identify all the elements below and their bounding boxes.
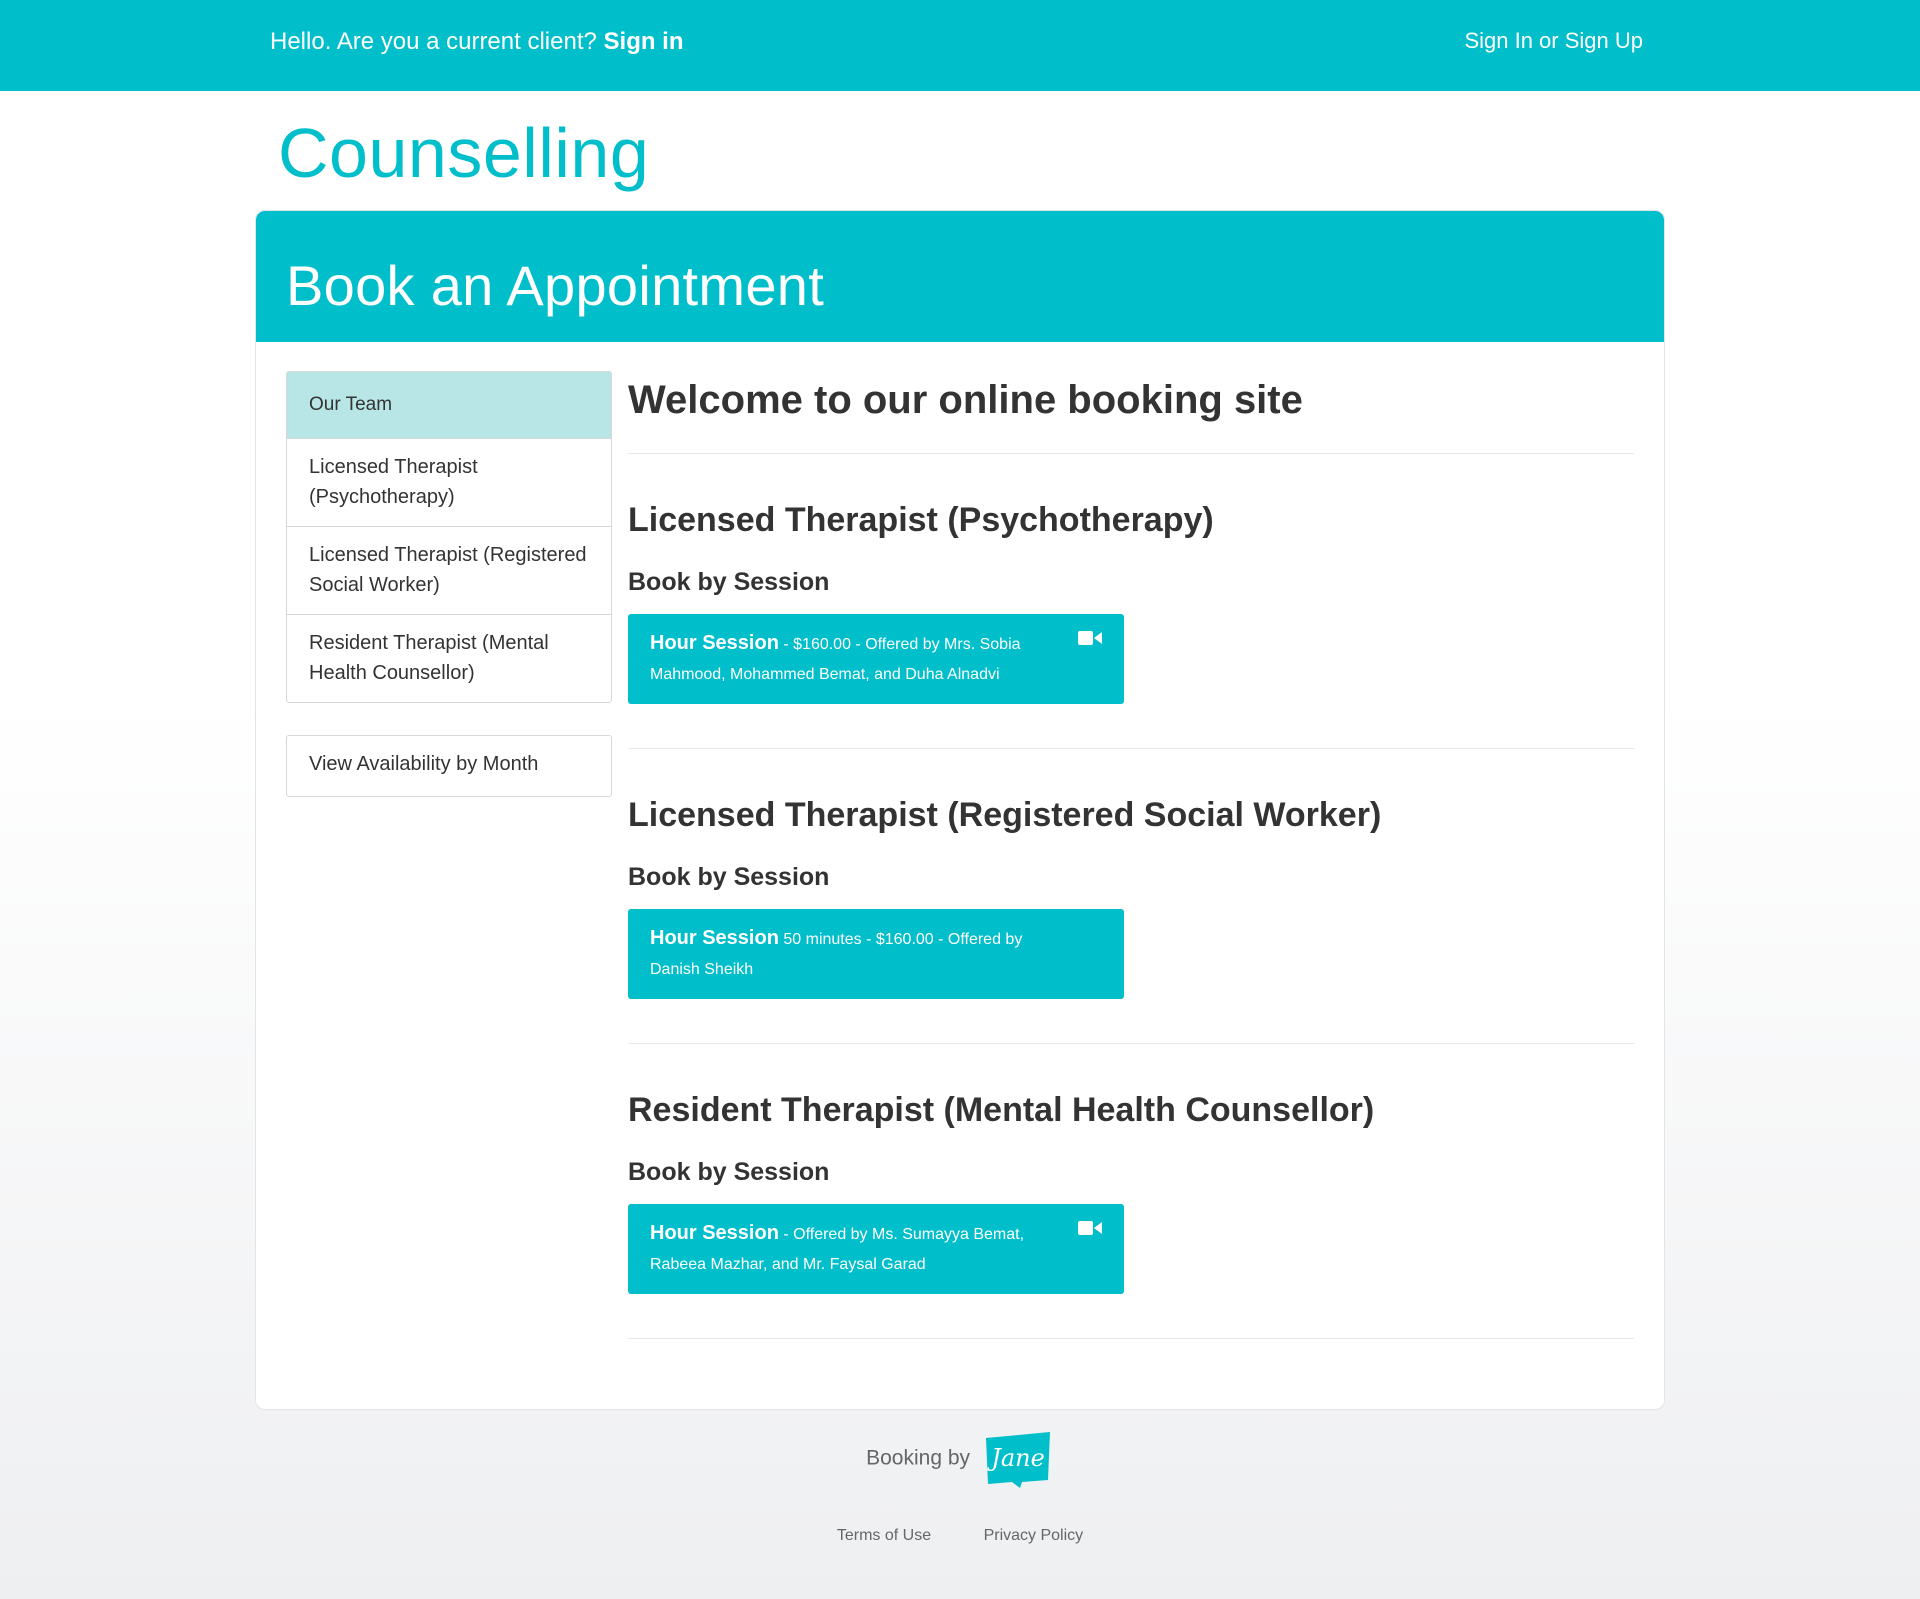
sidebar-item-mental-health[interactable]: Resident Therapist (Mental Health Counse… [287,614,611,702]
clinic-title: Counselling [278,114,650,192]
privacy-policy-link[interactable]: Privacy Policy [984,1527,1084,1544]
section-mental-health: Resident Therapist (Mental Health Counse… [628,1044,1634,1339]
section-subtitle: Book by Session [628,1158,830,1186]
top-bar: Hello. Are you a current client? Sign in… [0,0,1920,91]
panel-header: Book an Appointment [256,211,1664,342]
hour-session-button[interactable]: Hour Session - Offered by Ms. Sumayya Be… [628,1204,1124,1294]
section-title: Resident Therapist (Mental Health Counse… [628,1091,1375,1129]
greeting: Hello. Are you a current client? Sign in [270,28,684,56]
welcome-heading: Welcome to our online booking site [628,371,1634,454]
terms-of-use-link[interactable]: Terms of Use [837,1527,931,1544]
section-psychotherapy: Licensed Therapist (Psychotherapy) Book … [628,454,1634,749]
sidebar-item-social-worker[interactable]: Licensed Therapist (Registered Social Wo… [287,526,611,614]
jane-logo[interactable]: Jane [982,1430,1054,1488]
sidebar-item-psychotherapy[interactable]: Licensed Therapist (Psychotherapy) [287,438,611,526]
booking-by-text: Booking by [866,1446,971,1470]
session-name: Hour Session [650,927,779,949]
booking-panel: Book an Appointment Our Team Licensed Th… [255,210,1665,1410]
hour-session-button[interactable]: Hour Session 50 minutes - $160.00 - Offe… [628,909,1124,999]
sidebar-item-our-team[interactable]: Our Team [287,372,611,438]
section-title: Licensed Therapist (Registered Social Wo… [628,796,1382,834]
video-camera-icon [1078,631,1102,645]
sign-in-or-sign-up-link[interactable]: Sign In or Sign Up [1464,28,1643,54]
sidebar-nav: Our Team Licensed Therapist (Psychothera… [286,371,612,703]
sign-in-link[interactable]: Sign in [604,28,684,55]
hour-session-button[interactable]: Hour Session - $160.00 - Offered by Mrs.… [628,614,1124,704]
video-camera-icon [1078,1221,1102,1235]
booking-by: Booking by Jane [0,1430,1920,1488]
section-social-worker: Licensed Therapist (Registered Social Wo… [628,749,1634,1044]
greeting-text: Hello. Are you a current client? [270,28,597,55]
view-availability-button[interactable]: View Availability by Month [286,735,612,797]
section-title: Licensed Therapist (Psychotherapy) [628,501,1214,539]
section-subtitle: Book by Session [628,568,830,596]
footer-links: Terms of Use Privacy Policy [0,1527,1920,1545]
panel-title: Book an Appointment [286,254,825,317]
session-name: Hour Session [650,1222,779,1244]
section-subtitle: Book by Session [628,863,830,891]
session-name: Hour Session [650,632,779,654]
jane-logo-text: Jane [986,1444,1045,1472]
main-content: Welcome to our online booking site Licen… [628,371,1634,1339]
